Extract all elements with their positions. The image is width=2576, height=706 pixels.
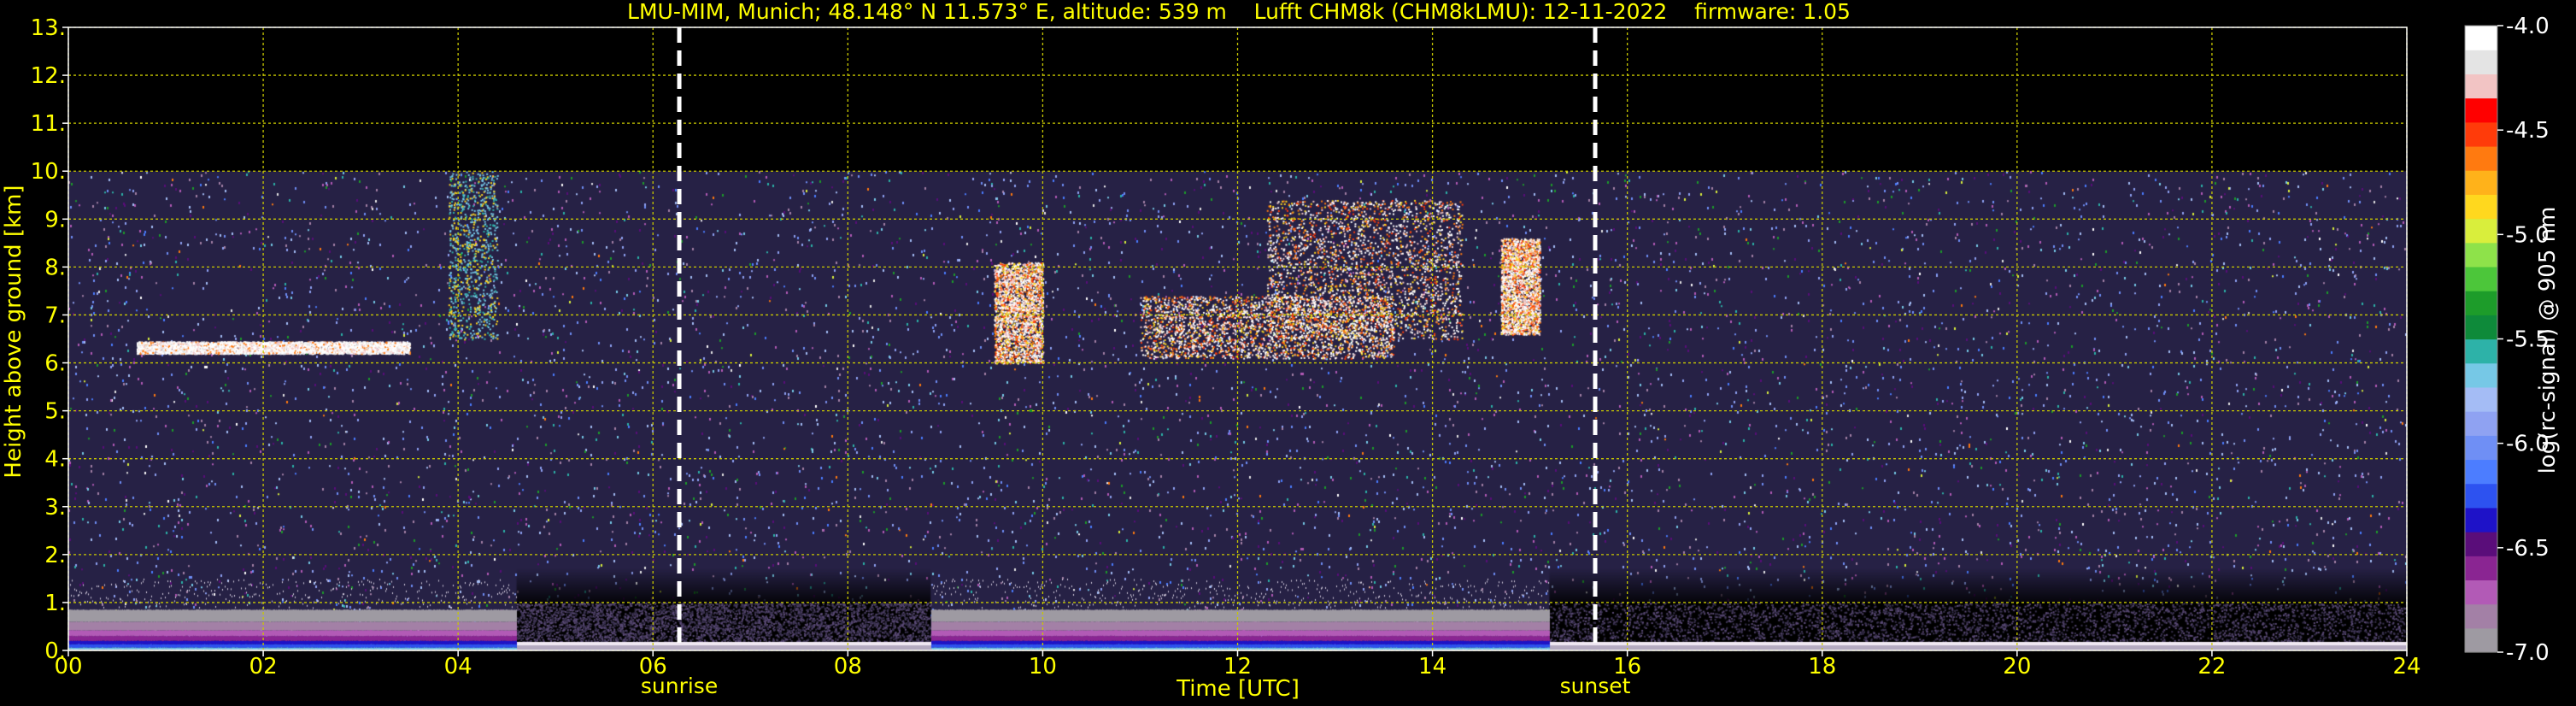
colorbar-swatch <box>2465 315 2497 340</box>
y-tick-label: 8. <box>44 255 66 280</box>
colorbar-swatch <box>2465 97 2497 123</box>
colorbar-swatch <box>2465 338 2497 364</box>
y-tick-label: 9. <box>44 207 66 232</box>
x-tick-label: 24 <box>2392 654 2421 680</box>
x-tick-label: 18 <box>1808 654 1836 680</box>
colorbar-tick-label: -4.0 <box>2506 14 2550 39</box>
colorbar-swatch <box>2465 170 2497 195</box>
y-tick-label: 7. <box>44 303 66 328</box>
x-axis-label: Time [UTC] <box>1176 676 1300 702</box>
y-tick-label: 13. <box>31 15 66 41</box>
colorbar-swatch <box>2465 603 2497 629</box>
x-tick-label: 04 <box>444 654 472 680</box>
y-tick-label: 6. <box>44 351 66 377</box>
colorbar-swatch <box>2465 556 2497 581</box>
x-tick-label: 22 <box>2198 654 2226 680</box>
colorbar-swatch <box>2465 386 2497 412</box>
y-tick-label: 12. <box>31 63 66 89</box>
colorbar-tick-label: -7.0 <box>2506 640 2550 666</box>
x-tick-label: 08 <box>834 654 862 680</box>
colorbar-swatch <box>2465 145 2497 171</box>
y-tick-label: 10. <box>31 159 66 185</box>
colorbar-swatch <box>2465 411 2497 436</box>
colorbar-swatch <box>2465 627 2497 653</box>
x-tick-label: 12 <box>1223 654 1252 680</box>
colorbar-swatch <box>2465 435 2497 461</box>
colorbar-swatch <box>2465 483 2497 509</box>
y-tick-label: 1. <box>44 591 66 616</box>
colorbar-swatch <box>2465 580 2497 605</box>
colorbar-swatch <box>2465 532 2497 556</box>
ceilometer-chart: LMU-MIM, Munich; 48.148° N 11.573° E, al… <box>0 0 2576 706</box>
y-tick-label: 0. <box>44 638 66 664</box>
colorbar-swatch <box>2465 291 2497 315</box>
colorbar-tick-label: -6.5 <box>2506 536 2550 562</box>
colorbar-tick-label: -4.5 <box>2506 118 2550 144</box>
y-tick-label: 4. <box>44 447 66 473</box>
colorbar-swatch <box>2465 266 2497 291</box>
y-tick-label: 5. <box>44 399 66 425</box>
colorbar-tick-label: -5.0 <box>2506 222 2550 248</box>
y-tick-label: 11. <box>31 111 66 137</box>
y-tick-label: 3. <box>44 495 66 521</box>
colorbar-swatch <box>2465 74 2497 99</box>
y-axis-label: Height above ground [km] <box>1 185 26 478</box>
colorbar-swatch <box>2465 50 2497 74</box>
y-tick-label: 2. <box>44 543 66 568</box>
colorbar-swatch <box>2465 362 2497 388</box>
colorbar-swatch <box>2465 194 2497 220</box>
chart-title: LMU-MIM, Munich; 48.148° N 11.573° E, al… <box>627 0 1851 24</box>
x-tick-label: 02 <box>249 654 278 680</box>
colorbar-swatch <box>2465 459 2497 485</box>
x-tick-label: 06 <box>639 654 667 680</box>
colorbar-tick-label: -5.5 <box>2506 327 2550 353</box>
colorbar-swatch <box>2465 26 2497 50</box>
colorbar-swatch <box>2465 121 2497 147</box>
colorbar-swatch <box>2465 218 2497 244</box>
x-tick-label: 10 <box>1029 654 1057 680</box>
x-tick-label: 20 <box>2003 654 2031 680</box>
colorbar-tick-label: -6.0 <box>2506 432 2550 457</box>
colorbar-swatch <box>2465 242 2497 268</box>
x-tick-label: 14 <box>1418 654 1446 680</box>
colorbar-swatch <box>2465 507 2497 532</box>
x-tick-label: 16 <box>1613 654 1641 680</box>
